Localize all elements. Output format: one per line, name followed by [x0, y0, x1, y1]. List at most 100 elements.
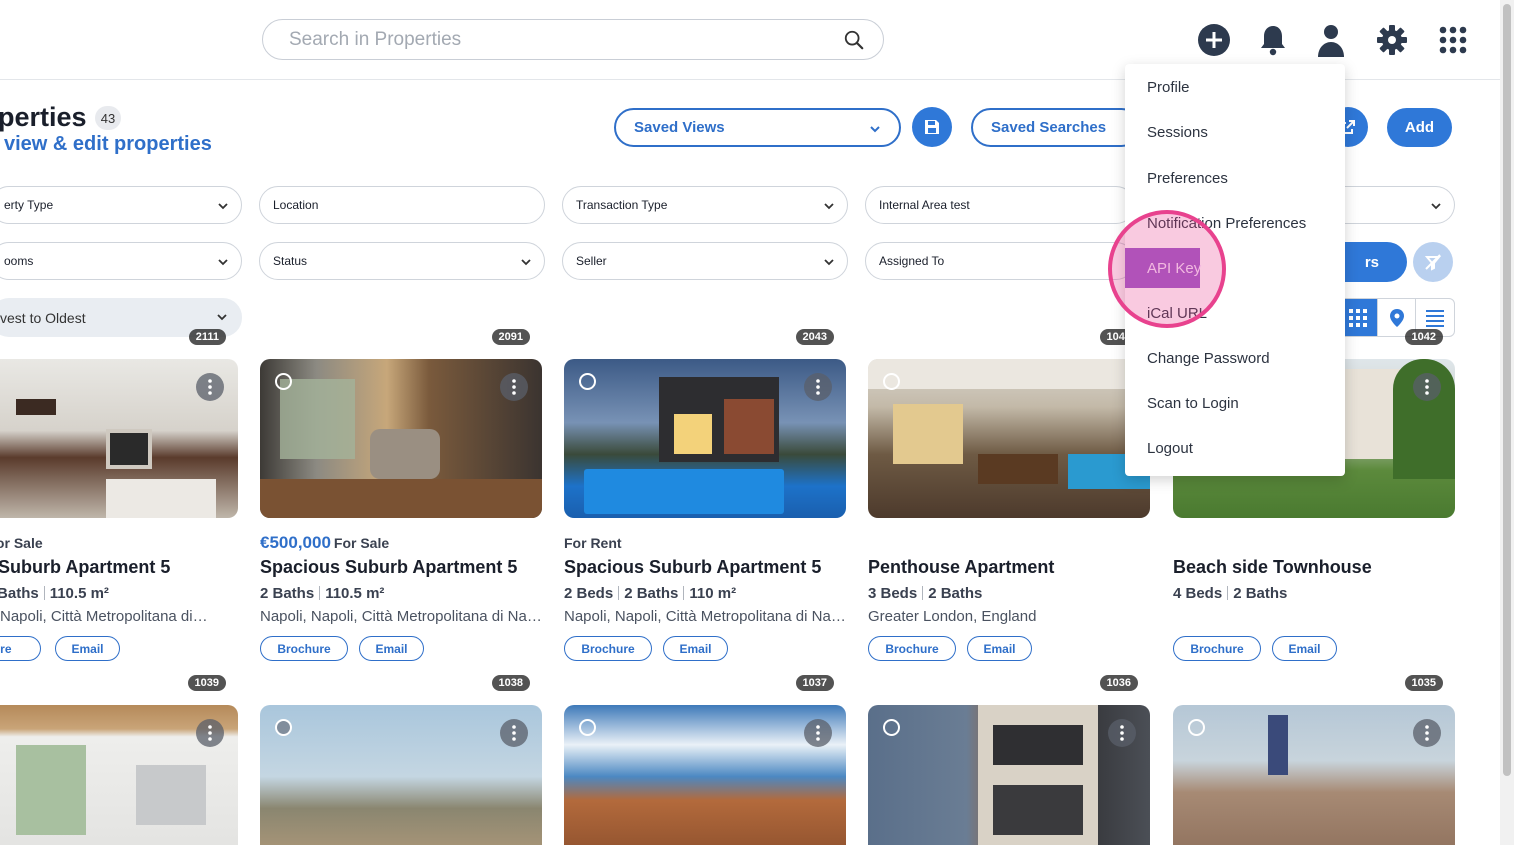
- more-options-icon[interactable]: [1413, 373, 1441, 401]
- select-checkbox[interactable]: [579, 719, 596, 736]
- property-id-badge: 2091: [491, 329, 530, 345]
- filter-label: Internal Area test: [879, 198, 970, 212]
- property-specs: 4 Beds 2 Baths: [1173, 585, 1288, 602]
- property-specs: 3 Beds 2 Baths: [868, 585, 983, 602]
- filter-status[interactable]: Status: [259, 242, 545, 280]
- property-image[interactable]: [564, 705, 846, 845]
- add-property-button[interactable]: Add: [1387, 108, 1452, 147]
- filter-hidden-dropdown[interactable]: [1330, 186, 1455, 224]
- select-checkbox[interactable]: [1188, 719, 1205, 736]
- brochure-button[interactable]: Brochure: [868, 636, 956, 661]
- scrollbar-thumb[interactable]: [1503, 4, 1511, 776]
- filter-transaction-type[interactable]: Transaction Type: [562, 186, 848, 224]
- more-options-icon[interactable]: [500, 373, 528, 401]
- more-options-icon[interactable]: [500, 719, 528, 747]
- save-view-button[interactable]: [912, 107, 952, 147]
- filter-label: ooms: [4, 254, 34, 268]
- grid-icon: [1348, 308, 1367, 327]
- more-options-icon[interactable]: [1108, 719, 1136, 747]
- property-id-badge: 1035: [1404, 675, 1443, 691]
- filter-location[interactable]: Location: [259, 186, 545, 224]
- saved-searches-button[interactable]: Saved Searches: [971, 108, 1141, 147]
- brochure-button[interactable]: Brochure: [564, 636, 652, 661]
- chevron-down-icon: [218, 203, 228, 210]
- menu-item-preferences[interactable]: Preferences: [1147, 170, 1228, 187]
- gear-icon[interactable]: [1374, 22, 1410, 58]
- menu-item-logout[interactable]: Logout: [1147, 440, 1193, 457]
- list-icon: [1426, 309, 1445, 327]
- apps-grid-icon[interactable]: [1435, 22, 1471, 58]
- property-title[interactable]: Penthouse Apartment: [868, 557, 1054, 578]
- property-count-badge: 43: [95, 106, 121, 130]
- property-address: Napoli, Città Metropolitana di…: [0, 608, 208, 625]
- user-settings-menu: Profile Sessions Preferences Notificatio…: [1125, 64, 1345, 476]
- property-specs: 2 Beds 2 Baths 110 m²: [564, 585, 737, 602]
- sort-label: vest to Oldest: [0, 309, 86, 326]
- property-address: Napoli, Napoli, Città Metropolitana di N…: [260, 608, 542, 625]
- property-price: €500,000 For Sale: [260, 533, 390, 552]
- property-id-badge: 2111: [188, 329, 226, 345]
- property-id-badge: 1039: [187, 675, 226, 691]
- email-button[interactable]: Email: [55, 636, 120, 661]
- more-options-icon[interactable]: [196, 719, 224, 747]
- select-checkbox[interactable]: [883, 373, 900, 390]
- filter-label: Seller: [576, 254, 607, 268]
- property-title[interactable]: Spacious Suburb Apartment 5: [564, 557, 821, 578]
- property-title[interactable]: Beach side Townhouse: [1173, 557, 1372, 578]
- saved-views-select[interactable]: Saved Views: [614, 108, 901, 147]
- filter-label: Location: [273, 198, 319, 212]
- email-button[interactable]: Email: [663, 636, 728, 661]
- property-specs: ds2 Baths110.5 m²: [0, 585, 109, 602]
- page-title: perties: [0, 102, 87, 132]
- user-icon[interactable]: [1313, 22, 1349, 58]
- menu-item-sessions[interactable]: Sessions: [1147, 124, 1208, 141]
- menu-item-profile[interactable]: Profile: [1147, 79, 1190, 96]
- page-scrollbar[interactable]: [1500, 0, 1514, 845]
- more-options-icon[interactable]: [804, 373, 832, 401]
- select-checkbox[interactable]: [579, 373, 596, 390]
- add-circle-icon[interactable]: [1196, 22, 1232, 58]
- bell-icon[interactable]: [1255, 22, 1291, 58]
- brochure-button[interactable]: Brochure: [1173, 636, 1261, 661]
- filter-assigned-to[interactable]: Assigned To: [865, 242, 1135, 280]
- filter-internal-area[interactable]: Internal Area test: [865, 186, 1135, 224]
- filter-property-type[interactable]: erty Type: [0, 186, 242, 224]
- clear-filters-button[interactable]: [1413, 242, 1453, 282]
- property-image[interactable]: [868, 359, 1150, 518]
- menu-item-api-key[interactable]: API Key: [1125, 248, 1201, 288]
- filter-label: Assigned To: [879, 254, 945, 268]
- property-image[interactable]: [260, 705, 542, 845]
- property-price: 000For Sale: [0, 535, 43, 551]
- filter-label: Transaction Type: [576, 198, 668, 212]
- property-title[interactable]: ious Suburb Apartment 5: [0, 557, 170, 578]
- chevron-down-icon: [217, 314, 227, 321]
- filter-seller[interactable]: Seller: [562, 242, 848, 280]
- search-input[interactable]: [289, 28, 829, 52]
- filter-rooms[interactable]: ooms: [0, 242, 242, 280]
- brochure-button[interactable]: hure: [0, 636, 41, 661]
- chevron-down-icon: [824, 203, 834, 210]
- menu-item-ical-url[interactable]: iCal URL: [1147, 305, 1207, 322]
- email-button[interactable]: Email: [359, 636, 424, 661]
- page-subtitle: view & edit properties: [4, 133, 212, 155]
- property-image[interactable]: [868, 705, 1150, 845]
- email-button[interactable]: Email: [967, 636, 1032, 661]
- menu-item-notification-preferences[interactable]: Notification Preferences: [1147, 215, 1306, 232]
- select-checkbox[interactable]: [275, 373, 292, 390]
- more-options-icon[interactable]: [804, 719, 832, 747]
- saved-searches-label: Saved Searches: [991, 119, 1107, 136]
- email-button[interactable]: Email: [1272, 636, 1337, 661]
- filter-label: erty Type: [4, 198, 54, 212]
- property-address: Napoli, Napoli, Città Metropolitana di N…: [564, 608, 846, 625]
- more-options-icon[interactable]: [1413, 719, 1441, 747]
- search-box[interactable]: [262, 19, 884, 60]
- search-icon[interactable]: [843, 29, 865, 51]
- more-options-icon[interactable]: [196, 373, 224, 401]
- select-checkbox[interactable]: [883, 719, 900, 736]
- menu-item-scan-to-login[interactable]: Scan to Login: [1147, 395, 1239, 412]
- menu-item-change-password[interactable]: Change Password: [1147, 350, 1270, 367]
- brochure-button[interactable]: Brochure: [260, 636, 348, 661]
- property-title[interactable]: Spacious Suburb Apartment 5: [260, 557, 517, 578]
- property-image[interactable]: [1173, 705, 1455, 845]
- select-checkbox[interactable]: [275, 719, 292, 736]
